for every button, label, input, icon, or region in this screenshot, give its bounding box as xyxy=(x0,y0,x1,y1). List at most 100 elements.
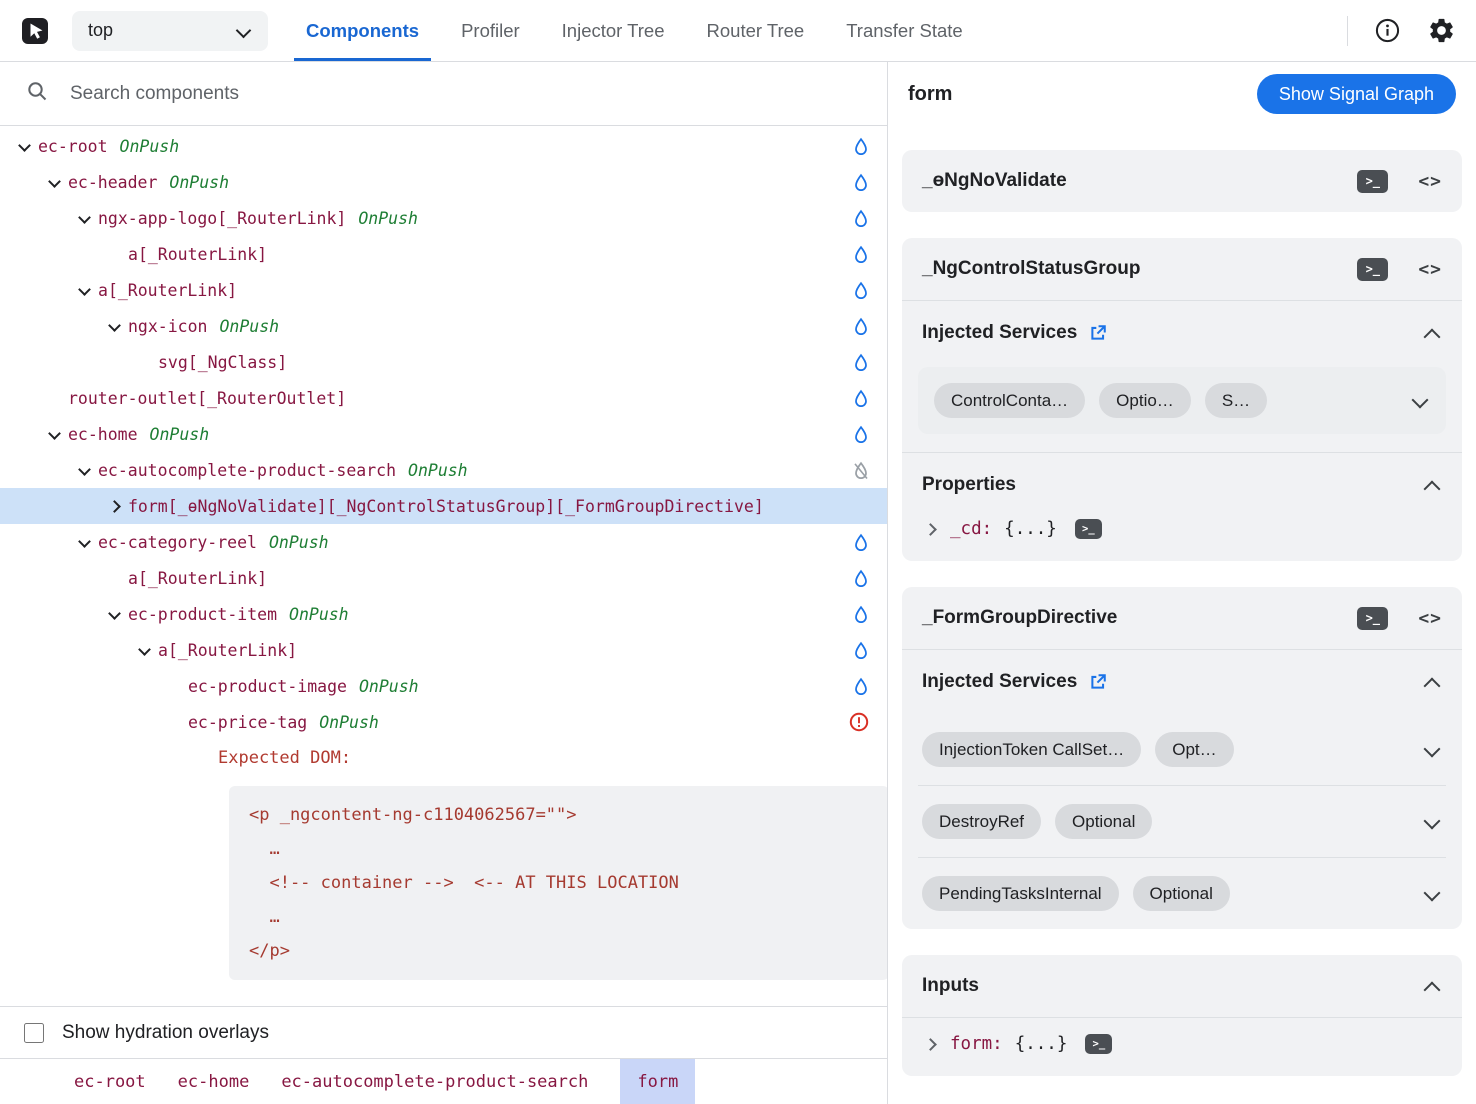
injected-service-pill[interactable]: Optional xyxy=(1133,876,1230,911)
tab-router-tree[interactable]: Router Tree xyxy=(695,0,817,61)
hydration-droplet-icon[interactable] xyxy=(853,677,869,696)
hydration-droplet-icon[interactable] xyxy=(853,209,869,228)
tree-node-a-routerlink[interactable]: a[_RouterLink] xyxy=(0,560,887,596)
view-source-icon[interactable]: <> xyxy=(1418,171,1442,192)
directive-tags: [_NgClass] xyxy=(188,353,287,372)
tree-node-ec-category-reel[interactable]: ec-category-reelOnPush xyxy=(0,524,887,560)
log-to-console-icon[interactable]: >_ xyxy=(1075,519,1102,539)
hydration-droplet-icon[interactable] xyxy=(853,173,869,192)
settings-gear-icon[interactable] xyxy=(1427,16,1456,45)
hydration-droplet-icon[interactable] xyxy=(853,425,869,444)
hydration-skipped-droplet-icon[interactable] xyxy=(853,461,869,480)
inputs-card-header[interactable]: Inputs xyxy=(902,955,1462,1017)
tree-node-ngx-icon[interactable]: ngx-iconOnPush xyxy=(0,308,887,344)
search-input[interactable] xyxy=(70,83,861,105)
log-to-console-icon[interactable]: >_ xyxy=(1357,170,1388,193)
injected-service-pill[interactable]: Opt… xyxy=(1155,732,1233,767)
expand-row-icon[interactable] xyxy=(1422,884,1442,904)
hydration-droplet-icon[interactable] xyxy=(853,281,869,300)
breadcrumb-item-form-selected[interactable]: form xyxy=(620,1059,695,1104)
chevron-down-icon[interactable] xyxy=(132,632,158,668)
chevron-down-icon[interactable] xyxy=(42,416,68,452)
injected-service-pill[interactable]: S… xyxy=(1205,383,1267,418)
hydration-error-icon[interactable] xyxy=(849,712,869,732)
hydration-droplet-icon[interactable] xyxy=(853,605,869,624)
tab-components[interactable]: Components xyxy=(294,0,431,61)
tree-node-ec-home[interactable]: ec-homeOnPush xyxy=(0,416,887,452)
breadcrumb-item-ec-home[interactable]: ec-home xyxy=(178,1059,250,1104)
collapse-section-icon[interactable] xyxy=(1422,976,1442,996)
hydration-droplet-icon[interactable] xyxy=(853,641,869,660)
collapse-section-icon[interactable] xyxy=(1422,323,1442,343)
collapse-section-icon[interactable] xyxy=(1422,475,1442,495)
expand-row-icon[interactable] xyxy=(1422,740,1442,760)
tree-node-svg-ngclass[interactable]: svg[_NgClass] xyxy=(0,344,887,380)
log-to-console-icon[interactable]: >_ xyxy=(1357,607,1388,630)
hydration-droplet-icon[interactable] xyxy=(853,245,869,264)
tree-node-ec-product-item[interactable]: ec-product-itemOnPush xyxy=(0,596,887,632)
properties-section-header[interactable]: Properties xyxy=(902,453,1462,517)
chevron-down-icon[interactable] xyxy=(72,452,98,488)
external-link-icon[interactable] xyxy=(1089,324,1107,342)
component-name: ec-category-reel xyxy=(98,533,257,552)
breadcrumb-item-ec-autocomplete-product-search[interactable]: ec-autocomplete-product-search xyxy=(281,1059,588,1104)
log-to-console-icon[interactable]: >_ xyxy=(1357,258,1388,281)
injected-services-section-header[interactable]: Injected Services xyxy=(902,301,1462,365)
directive-title: _NgControlStatusGroup xyxy=(922,258,1141,280)
chevron-down-icon[interactable] xyxy=(72,524,98,560)
hydration-droplet-icon[interactable] xyxy=(853,569,869,588)
hydration-droplet-icon[interactable] xyxy=(853,317,869,336)
chevron-down-icon[interactable] xyxy=(72,200,98,236)
tree-node-ec-header[interactable]: ec-headerOnPush xyxy=(0,164,887,200)
tree-node-a-routerlink[interactable]: a[_RouterLink] xyxy=(0,236,887,272)
injected-service-pill[interactable]: PendingTasksInternal xyxy=(922,876,1119,911)
hydration-droplet-icon[interactable] xyxy=(853,389,869,408)
input-property-row[interactable]: form: {...} >_ xyxy=(902,1018,1462,1076)
frame-selector-dropdown[interactable]: top xyxy=(72,11,268,51)
inspect-component-icon[interactable] xyxy=(20,16,50,46)
log-to-console-icon[interactable]: >_ xyxy=(1085,1034,1112,1054)
tree-node-ec-autocomplete-product-search[interactable]: ec-autocomplete-product-searchOnPush xyxy=(0,452,887,488)
chevron-down-icon[interactable] xyxy=(12,128,38,164)
hydration-droplet-icon[interactable] xyxy=(853,353,869,372)
chevron-right-icon[interactable] xyxy=(922,519,942,539)
tree-node-form-selected[interactable]: form[_ɵNgNoValidate][_NgControlStatusGro… xyxy=(0,488,887,524)
tab-transfer-state[interactable]: Transfer State xyxy=(834,0,975,61)
injected-service-pill[interactable]: Optional xyxy=(1055,804,1152,839)
hydration-overlays-checkbox[interactable] xyxy=(24,1023,44,1043)
hydration-droplet-icon[interactable] xyxy=(853,533,869,552)
info-icon[interactable] xyxy=(1374,17,1401,44)
expand-row-icon[interactable] xyxy=(1410,391,1430,411)
expand-row-icon[interactable] xyxy=(1422,812,1442,832)
chevron-down-icon[interactable] xyxy=(102,308,128,344)
tree-node-ec-price-tag[interactable]: ec-price-tagOnPush xyxy=(0,704,887,740)
directive-tags: [_RouterLink] xyxy=(138,569,267,588)
injected-service-pill[interactable]: Optio… xyxy=(1099,383,1191,418)
tree-node-a-routerlink[interactable]: a[_RouterLink] xyxy=(0,272,887,308)
injected-service-pill[interactable]: DestroyRef xyxy=(922,804,1041,839)
tree-node-router-outlet[interactable]: router-outlet[_RouterOutlet] xyxy=(0,380,887,416)
show-signal-graph-button[interactable]: Show Signal Graph xyxy=(1257,74,1456,114)
expected-dom-label-row: Expected DOM: xyxy=(0,740,887,776)
injected-service-pill[interactable]: InjectionToken CallSet… xyxy=(922,732,1141,767)
chevron-down-icon[interactable] xyxy=(102,596,128,632)
view-source-icon[interactable]: <> xyxy=(1418,608,1442,629)
chevron-down-icon[interactable] xyxy=(72,272,98,308)
external-link-icon[interactable] xyxy=(1089,673,1107,691)
breadcrumb-item-ec-root[interactable]: ec-root xyxy=(74,1059,146,1104)
tree-node-a-routerlink[interactable]: a[_RouterLink] xyxy=(0,632,887,668)
injected-service-pill[interactable]: ControlConta… xyxy=(934,383,1085,418)
tree-node-ec-root[interactable]: ec-rootOnPush xyxy=(0,128,887,164)
chevron-right-icon[interactable] xyxy=(922,1034,942,1054)
tab-injector-tree[interactable]: Injector Tree xyxy=(550,0,677,61)
chevron-right-icon[interactable] xyxy=(102,488,128,524)
collapse-section-icon[interactable] xyxy=(1422,672,1442,692)
view-source-icon[interactable]: <> xyxy=(1418,259,1442,280)
tree-node-ngx-app-logo[interactable]: ngx-app-logo[_RouterLink]OnPush xyxy=(0,200,887,236)
tab-profiler[interactable]: Profiler xyxy=(449,0,532,61)
tree-node-ec-product-image[interactable]: ec-product-imageOnPush xyxy=(0,668,887,704)
property-row[interactable]: _cd: {...} >_ xyxy=(902,517,1462,561)
chevron-down-icon[interactable] xyxy=(42,164,68,200)
hydration-droplet-icon[interactable] xyxy=(853,137,869,156)
injected-services-section-header[interactable]: Injected Services xyxy=(902,650,1462,714)
